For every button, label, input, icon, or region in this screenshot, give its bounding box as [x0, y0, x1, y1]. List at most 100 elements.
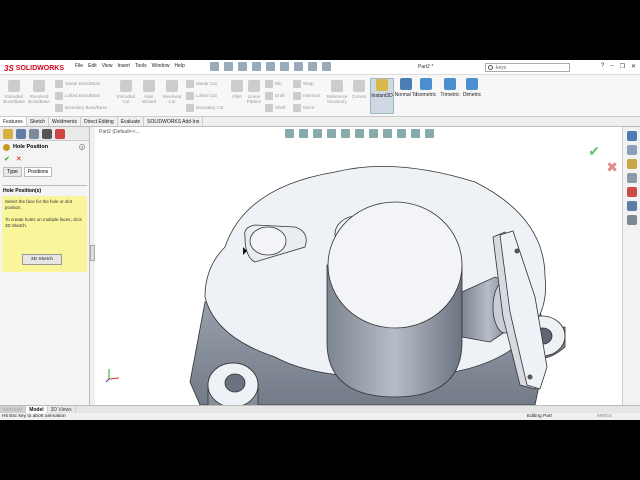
revolved-boss-button[interactable]: Revolved Boss/Base [28, 80, 50, 104]
message-box: Select the face for the hole or slot pos… [2, 196, 87, 272]
view-palette-icon[interactable] [626, 173, 637, 183]
status-bar: Hit Esc key to abort animation Editing P… [0, 413, 640, 420]
close-icon[interactable]: ✕ [631, 63, 636, 70]
swept-boss-button[interactable]: Swept Boss/Base [55, 78, 107, 90]
help-icon[interactable]: ? [601, 63, 604, 70]
part-model[interactable] [95, 127, 622, 405]
menu-edit[interactable]: Edit [88, 63, 97, 69]
search-input[interactable]: keys [485, 63, 570, 72]
menu-window[interactable]: Window [152, 63, 170, 69]
feature-manager-icon[interactable] [3, 128, 13, 139]
minimize-icon[interactable]: – [610, 63, 613, 70]
cut-icon [120, 80, 132, 92]
unit-system[interactable]: MMGS [597, 414, 612, 419]
app-logo: 3S SOLIDWORKS [4, 62, 64, 74]
extrude-icon [8, 80, 20, 92]
wrap-button[interactable]: Wrap [293, 78, 320, 90]
revolved-cut-button[interactable]: Revolved Cut [161, 80, 183, 104]
graphics-area[interactable]: Part2 (Default<<... ✔ ✖ [95, 127, 622, 405]
home-icon[interactable] [210, 62, 219, 71]
undo-icon[interactable] [280, 62, 289, 71]
isometric-button[interactable]: Isometric [414, 78, 438, 98]
trimetric-cube-icon [444, 78, 456, 90]
rebuild-icon[interactable] [308, 62, 317, 71]
select-icon[interactable] [294, 62, 303, 71]
revolve-icon [33, 80, 45, 92]
3d-sketch-button[interactable]: 3D Sketch [22, 254, 62, 265]
boss-group: Swept Boss/Base Lofted Boss/Base Boundar… [55, 78, 107, 114]
cut-group: Swept Cut Lofted Cut Boundary Cut [186, 78, 224, 114]
panel-title: Hole Position ? [0, 141, 89, 153]
display-manager-icon[interactable] [55, 128, 65, 139]
manager-toolbar [0, 127, 89, 141]
intersect-button[interactable]: Intersect [293, 90, 320, 102]
print-icon[interactable] [266, 62, 275, 71]
tab-sketch[interactable]: Sketch [27, 117, 50, 126]
extruded-cut-button[interactable]: Extruded Cut [115, 80, 137, 104]
axis-triad-icon [105, 367, 121, 383]
instant3d-button[interactable]: Instant3D [370, 78, 394, 114]
linear-pattern-button[interactable]: Linear Pattern [244, 80, 264, 104]
tab-positions[interactable]: Positions [23, 167, 53, 177]
restore-icon[interactable]: ❐ [620, 63, 625, 70]
tab-weldments[interactable]: Weldments [49, 117, 81, 126]
status-message: Hit Esc key to abort animation [2, 414, 66, 419]
document-title: Part2 * [418, 64, 434, 70]
tab-direct-editing[interactable]: Direct Editing [81, 117, 118, 126]
resources-home-icon[interactable] [626, 131, 637, 141]
brand-label: SOLIDWORKS [15, 64, 65, 72]
swept-cut-button[interactable]: Swept Cut [186, 78, 224, 90]
lofted-boss-button[interactable]: Lofted Boss/Base [55, 90, 107, 102]
appearances-icon[interactable] [626, 187, 637, 197]
menu-insert[interactable]: Insert [117, 63, 130, 69]
menu-file[interactable]: File [75, 63, 83, 69]
lofted-cut-icon [186, 92, 194, 100]
panel-subtabs: Type Positions [0, 165, 89, 179]
menu-view[interactable]: View [102, 63, 113, 69]
mirror-button[interactable]: Mirror [293, 102, 320, 114]
curves-icon [353, 80, 365, 92]
boundary-cut-icon [186, 104, 194, 112]
reference-geometry-icon [331, 80, 343, 92]
design-library-icon[interactable] [626, 145, 637, 155]
ok-button[interactable]: ✔ [4, 155, 10, 163]
intersect-icon [293, 92, 301, 100]
extruded-boss-button[interactable]: Extruded Boss/Base [3, 80, 25, 104]
shell-button[interactable]: Shell [265, 102, 285, 114]
cancel-button[interactable]: ✕ [16, 155, 22, 163]
custom-properties-icon[interactable] [626, 201, 637, 211]
open-icon[interactable] [238, 62, 247, 71]
menu-help[interactable]: Help [174, 63, 184, 69]
ok-cancel-row: ✔ ✕ [0, 153, 89, 165]
instant3d-icon [376, 79, 388, 91]
reference-geometry-button[interactable]: Reference Geometry [324, 80, 350, 104]
save-icon[interactable] [252, 62, 261, 71]
configuration-manager-icon[interactable] [29, 128, 39, 139]
shell-icon [265, 104, 273, 112]
tab-type[interactable]: Type [3, 167, 22, 177]
command-manager: Extruded Boss/Base Revolved Boss/Base Sw… [0, 75, 640, 117]
draft-button[interactable]: Draft [265, 90, 285, 102]
forum-icon[interactable] [626, 215, 637, 225]
dimxpert-icon[interactable] [42, 128, 52, 139]
tab-evaluate[interactable]: Evaluate [118, 117, 145, 126]
menu-bar: File Edit View Insert Tools Window Help [75, 63, 185, 69]
hole-wizard-button[interactable]: Hole Wizard [138, 80, 160, 104]
tab-addins[interactable]: SOLIDWORKS Add-Ins [144, 117, 204, 126]
task-pane [622, 127, 640, 405]
options-icon[interactable] [322, 62, 331, 71]
menu-tools[interactable]: Tools [135, 63, 147, 69]
trimetric-button[interactable]: Trimetric [438, 78, 462, 98]
tab-features[interactable]: Features [0, 117, 27, 126]
curves-button[interactable]: Curves [350, 80, 368, 99]
file-explorer-icon[interactable] [626, 159, 637, 169]
revolved-cut-icon [166, 80, 178, 92]
property-manager-icon[interactable] [16, 128, 26, 139]
boundary-cut-button[interactable]: Boundary Cut [186, 102, 224, 114]
dimetric-button[interactable]: Dimetric [460, 78, 484, 98]
boundary-boss-button[interactable]: Boundary Boss/Base [55, 102, 107, 114]
help-icon[interactable]: ? [79, 144, 85, 150]
new-icon[interactable] [224, 62, 233, 71]
rib-button[interactable]: Rib [265, 78, 285, 90]
lofted-cut-button[interactable]: Lofted Cut [186, 90, 224, 102]
